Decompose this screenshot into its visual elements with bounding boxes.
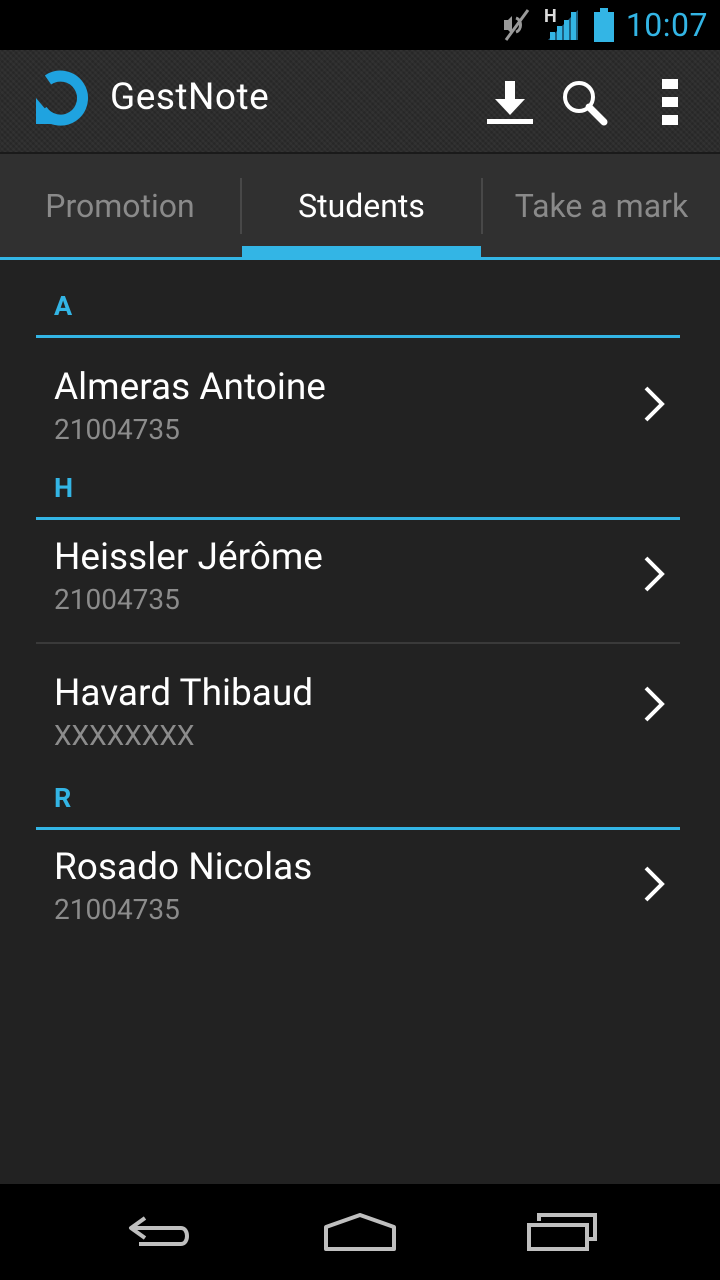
student-name: Almeras Antoine <box>54 366 326 409</box>
tab-students[interactable]: Students <box>242 154 481 260</box>
chevron-right-icon <box>644 866 665 902</box>
search-button[interactable] <box>548 66 620 138</box>
status-bar: H 10:07 <box>0 0 720 50</box>
tab-bar: Promotion Students Take a mark <box>0 154 720 260</box>
back-icon <box>129 1216 189 1246</box>
student-row[interactable]: Almeras Antoine 21004735 <box>0 338 720 462</box>
home-icon <box>324 1213 396 1251</box>
mute-icon <box>504 9 530 41</box>
download-icon <box>487 81 533 124</box>
app-title: GestNote <box>110 76 270 119</box>
student-id: 21004735 <box>54 413 180 446</box>
tab-promotion[interactable]: Promotion <box>0 154 240 257</box>
recent-apps-icon <box>527 1213 597 1251</box>
student-name: Rosado Nicolas <box>54 846 313 889</box>
chevron-right-icon <box>644 686 665 722</box>
home-button[interactable] <box>310 1202 410 1262</box>
tab-label: Take a mark <box>514 186 689 225</box>
status-time: 10:07 <box>625 6 708 44</box>
download-button[interactable] <box>474 66 546 138</box>
chevron-right-icon <box>644 556 665 592</box>
back-button[interactable] <box>110 1202 210 1262</box>
signal-icon <box>548 10 578 40</box>
student-row[interactable]: Rosado Nicolas 21004735 <box>0 830 720 952</box>
student-name: Heissler Jérôme <box>54 536 323 579</box>
tab-label: Promotion <box>45 186 195 225</box>
chevron-right-icon <box>644 386 665 422</box>
student-id: 21004735 <box>54 583 180 616</box>
overflow-menu-icon <box>662 79 678 125</box>
overflow-menu-button[interactable] <box>634 66 706 138</box>
search-icon <box>563 81 608 126</box>
action-bar: GestNote <box>0 50 720 154</box>
tab-take-a-mark[interactable]: Take a mark <box>483 154 720 257</box>
screen: H 10:07 GestNote Promotion Students Take… <box>0 0 720 1280</box>
tab-label: Students <box>298 186 425 225</box>
recent-apps-button[interactable] <box>512 1202 612 1262</box>
student-id: XXXXXXXX <box>54 719 195 752</box>
section-header-h: H <box>54 472 74 504</box>
student-row[interactable]: Havard Thibaud XXXXXXXX <box>0 644 720 768</box>
section-header-a: A <box>54 290 73 322</box>
student-id: 21004735 <box>54 893 180 926</box>
section-header-r: R <box>54 782 72 814</box>
student-row[interactable]: Heissler Jérôme 21004735 <box>0 520 720 642</box>
battery-icon <box>594 8 614 42</box>
navigation-bar <box>0 1184 720 1280</box>
student-name: Havard Thibaud <box>54 672 314 715</box>
app-logo[interactable] <box>34 68 92 126</box>
